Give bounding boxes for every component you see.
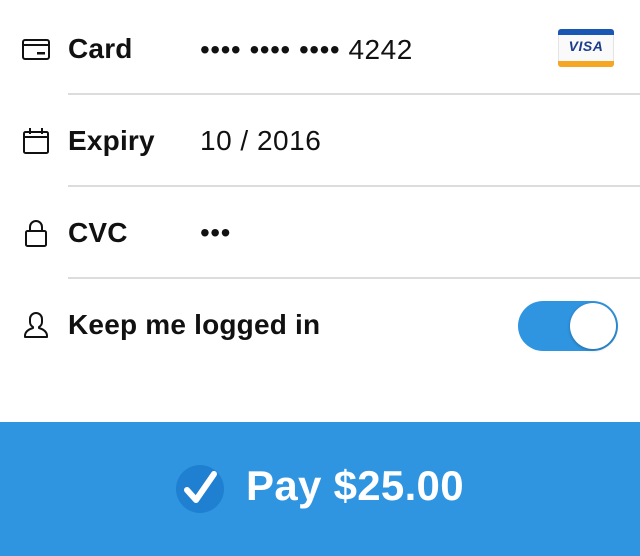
calendar-icon	[20, 125, 52, 157]
expiry-row[interactable]: Expiry 10 / 2016	[0, 95, 640, 187]
card-number-field[interactable]: •••• •••• •••• 4242	[200, 34, 413, 66]
pay-button-label: Pay $25.00	[246, 462, 464, 509]
card-label: Card	[68, 33, 133, 64]
keep-logged-in-toggle[interactable]	[518, 301, 618, 351]
pay-button[interactable]: Pay $25.00	[0, 422, 640, 556]
credit-card-icon	[20, 33, 52, 65]
cvc-row[interactable]: CVC •••	[0, 187, 640, 279]
lock-icon	[20, 217, 52, 249]
toggle-knob	[570, 303, 616, 349]
keep-logged-in-label: Keep me logged in	[68, 309, 321, 340]
visa-brand-icon: VISA	[558, 29, 614, 67]
expiry-field[interactable]: 10 / 2016	[200, 125, 321, 157]
visa-brand-label: VISA	[568, 38, 604, 54]
cvc-label: CVC	[68, 217, 128, 248]
checkmark-icon	[176, 465, 224, 513]
card-number-row[interactable]: Card •••• •••• •••• 4242 VISA	[0, 2, 640, 94]
expiry-label: Expiry	[68, 125, 155, 156]
cvc-field[interactable]: •••	[200, 217, 231, 249]
person-icon	[20, 309, 52, 341]
